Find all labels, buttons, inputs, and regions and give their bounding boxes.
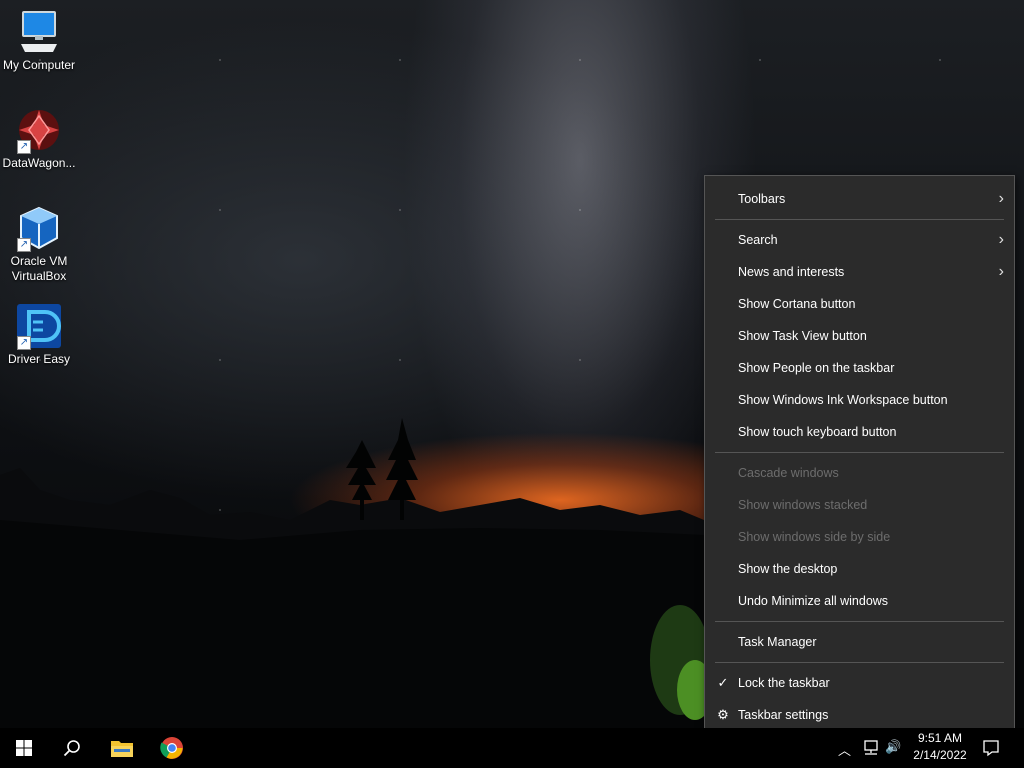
show-hidden-icons-chevron[interactable]: ︿ (838, 740, 851, 759)
taskbar[interactable]: ︿ 🔊 9:51 AM 2/14/2022 (0, 728, 1024, 768)
menu-item-label: Show windows side by side (738, 530, 891, 544)
menu-item-taskbar-settings[interactable]: ⚙ Taskbar settings (705, 699, 1014, 731)
chrome-icon (160, 737, 183, 759)
chevron-right-icon: › (998, 263, 1004, 280)
search-button[interactable] (48, 728, 96, 768)
menu-separator (715, 452, 1004, 453)
clock-time: 9:51 AM (917, 731, 963, 745)
menu-item-label: Toolbars (738, 192, 786, 206)
checkmark-icon: ✓ (717, 675, 729, 690)
shortcut-arrow-icon: ↗ (17, 140, 31, 154)
search-icon (63, 740, 80, 757)
my-computer-icon (15, 8, 63, 56)
desktop-icon-my-computer[interactable]: My Computer (0, 8, 78, 73)
menu-item-label: Task Manager (738, 635, 817, 649)
menu-item-label: Show Task View button (738, 329, 867, 343)
clock-date: 2/14/2022 (913, 748, 967, 762)
action-center-icon[interactable] (982, 739, 1000, 757)
desktop-icon-driver-easy[interactable]: ↗ Driver Easy (0, 302, 78, 367)
menu-item-label: News and interests (738, 265, 845, 279)
desktop-icon-label: DataWagon... (2, 156, 76, 170)
volume-icon[interactable]: 🔊 (885, 739, 901, 755)
menu-separator (715, 662, 1004, 663)
menu-item-show-windows-side-by-side: Show windows side by side (705, 521, 1014, 553)
chrome-button[interactable] (148, 728, 196, 768)
windows-logo-icon (16, 740, 32, 756)
menu-item-show-ink-workspace[interactable]: Show Windows Ink Workspace button (705, 384, 1014, 416)
menu-item-show-the-desktop[interactable]: Show the desktop (705, 553, 1014, 585)
datawagon-icon: ↗ (15, 106, 63, 154)
shortcut-arrow-icon: ↗ (17, 336, 31, 350)
gear-icon: ⚙ (717, 707, 729, 722)
menu-item-label: Lock the taskbar (738, 676, 830, 690)
desktop-icon-label-line2: VirtualBox (11, 269, 67, 283)
menu-item-show-people[interactable]: Show People on the taskbar (705, 352, 1014, 384)
menu-item-show-task-view-button[interactable]: Show Task View button (705, 320, 1014, 352)
menu-item-show-windows-stacked: Show windows stacked (705, 489, 1014, 521)
menu-item-search[interactable]: Search › (705, 224, 1014, 256)
chevron-right-icon: › (998, 190, 1004, 207)
menu-item-label: Undo Minimize all windows (738, 594, 889, 608)
desktop-icon-label: My Computer (2, 58, 76, 72)
menu-item-toolbars[interactable]: Toolbars › (705, 183, 1014, 215)
desktop-icon-datawagon[interactable]: ↗ DataWagon... (0, 106, 78, 171)
desktop-icon-label-line1: Oracle VM (10, 254, 68, 268)
menu-item-label: Show the desktop (738, 562, 838, 576)
menu-item-undo-minimize-all[interactable]: Undo Minimize all windows (705, 585, 1014, 617)
menu-item-label: Taskbar settings (738, 708, 829, 722)
clock[interactable]: 9:51 AM 2/14/2022 (905, 730, 975, 764)
menu-item-show-cortana-button[interactable]: Show Cortana button (705, 288, 1014, 320)
menu-item-label: Show People on the taskbar (738, 361, 895, 375)
menu-item-label: Show Windows Ink Workspace button (738, 393, 948, 407)
menu-item-label: Show touch keyboard button (738, 425, 897, 439)
desktop-icon-label: Driver Easy (7, 352, 70, 366)
menu-item-task-manager[interactable]: Task Manager (705, 626, 1014, 658)
menu-item-label: Search (738, 233, 778, 247)
menu-separator (715, 219, 1004, 220)
file-explorer-button[interactable] (98, 728, 146, 768)
folder-icon (111, 741, 133, 757)
driver-easy-icon: ↗ (15, 302, 63, 350)
menu-separator (715, 621, 1004, 622)
chevron-right-icon: › (998, 231, 1004, 248)
menu-item-news-and-interests[interactable]: News and interests › (705, 256, 1014, 288)
virtualbox-icon: ↗ (15, 204, 63, 252)
menu-item-label: Show windows stacked (738, 498, 868, 512)
desktop-icon-virtualbox[interactable]: ↗ Oracle VM VirtualBox (0, 204, 78, 284)
menu-item-label: Show Cortana button (738, 297, 856, 311)
menu-item-cascade-windows: Cascade windows (705, 457, 1014, 489)
menu-item-label: Cascade windows (738, 466, 839, 480)
menu-item-lock-the-taskbar[interactable]: ✓ Lock the taskbar (705, 667, 1014, 699)
menu-item-show-touch-keyboard[interactable]: Show touch keyboard button (705, 416, 1014, 448)
network-icon[interactable] (862, 740, 880, 756)
taskbar-context-menu: Toolbars › Search › News and interests ›… (704, 175, 1015, 739)
shortcut-arrow-icon: ↗ (17, 238, 31, 252)
start-button[interactable] (0, 728, 48, 768)
